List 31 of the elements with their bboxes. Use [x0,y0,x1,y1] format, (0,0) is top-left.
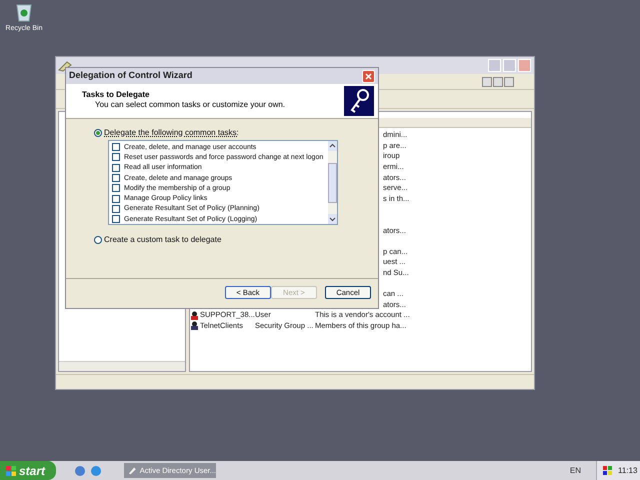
horizontal-scrollbar[interactable] [59,361,185,371]
minimize-button[interactable] [482,76,492,86]
checkbox[interactable] [112,143,120,152]
browser-icon[interactable] [74,464,86,476]
close-button[interactable] [504,76,514,86]
dialog-title: Delegation of Control Wizard [69,69,192,82]
radio-button[interactable]: Create a custom task to delegate [94,234,338,246]
checkbox[interactable] [112,164,120,172]
scroll-up-icon[interactable] [328,141,337,151]
user-icon [190,310,199,320]
checkbox[interactable] [112,153,120,162]
restore-button[interactable] [493,76,503,86]
scroll-down-icon[interactable] [328,214,337,224]
page-description: You can select common tasks or customize your own. [94,100,286,110]
radio-button[interactable]: Delegate the following common tasks: [94,127,338,139]
scroll-thumb[interactable] [328,162,337,202]
checkbox[interactable] [112,215,120,224]
close-icon [365,72,372,80]
recycle-bin-icon[interactable] [15,2,33,22]
windows-logo-icon [6,466,16,476]
start-button[interactable]: start [0,461,56,480]
vertical-scrollbar[interactable] [328,141,337,224]
checkbox[interactable] [112,204,120,213]
checkbox[interactable] [112,174,120,182]
group-icon [190,321,199,330]
checkbox[interactable] [112,184,120,192]
page-heading: Tasks to Delegate [82,90,150,100]
language-indicator[interactable]: EN [570,464,581,476]
clock: 11:13 [618,464,638,476]
checkbox[interactable] [112,194,120,203]
flag-icon[interactable] [603,466,612,475]
